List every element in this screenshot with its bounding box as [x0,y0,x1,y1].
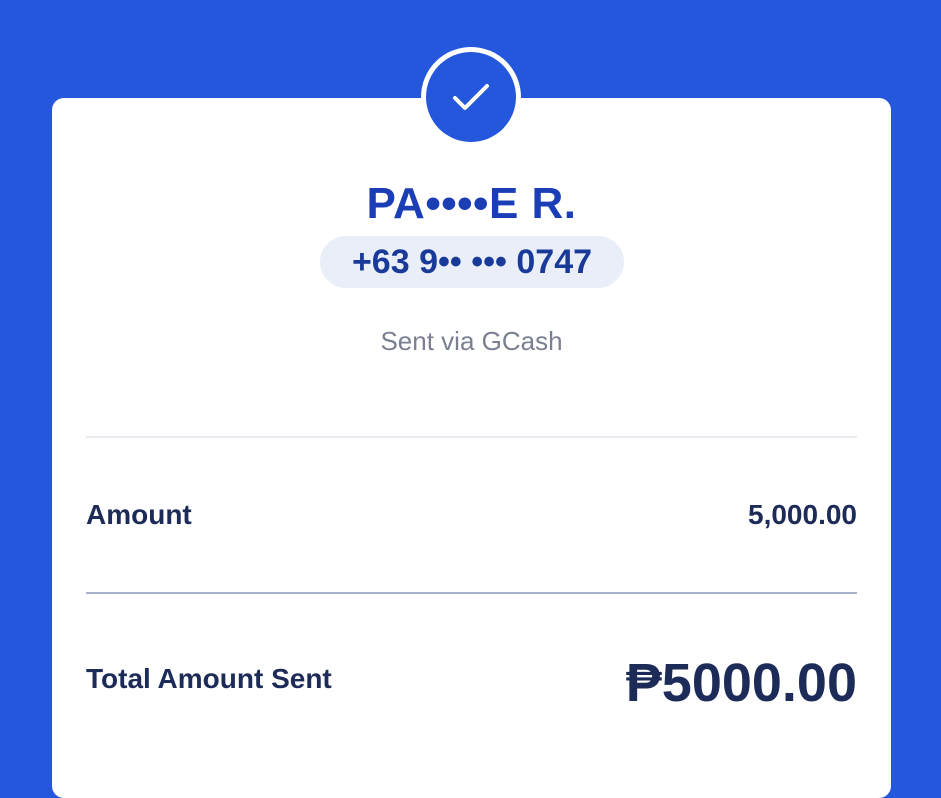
total-amount-label: Total Amount Sent [86,663,332,694]
sent-via-text: Sent via GCash [380,326,563,356]
success-circle [426,52,516,142]
amount-label: Amount [86,499,192,530]
total-amount-value: ₱5000.00 [625,653,857,713]
divider [86,592,857,594]
check-icon [453,84,489,110]
success-badge [421,47,521,147]
receipt-card: PA••••E R. +63 9•• ••• 0747 Sent via GCa… [52,98,891,798]
recipient-phone: +63 9•• ••• 0747 [320,236,624,288]
recipient-name: PA••••E R. [366,179,577,228]
divider [86,436,857,438]
amount-value: 5,000.00 [748,499,857,530]
